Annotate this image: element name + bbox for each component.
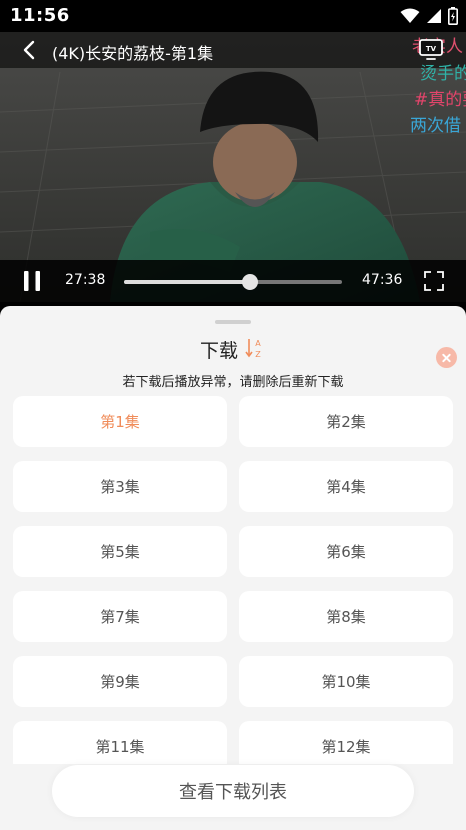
view-download-list-button[interactable]: 查看下载列表 [52, 765, 414, 817]
episode-button[interactable]: 第7集 [13, 591, 227, 642]
episode-button[interactable]: 第4集 [239, 461, 453, 512]
progress-thumb[interactable] [242, 274, 259, 290]
progress-bar[interactable] [124, 274, 342, 290]
danmaku-comment: #真的要 [414, 90, 466, 110]
episode-label: 第1集 [100, 413, 140, 431]
episode-label: 第6集 [326, 543, 366, 561]
sort-letter-z: Z [255, 350, 261, 359]
sort-letter-a: A [255, 339, 261, 348]
current-time: 27:38 [65, 272, 106, 288]
episode-label: 第2集 [326, 413, 366, 431]
sheet-drag-handle[interactable] [215, 320, 251, 324]
episode-label: 第7集 [100, 608, 140, 626]
fullscreen-icon[interactable] [424, 271, 444, 291]
episode-label: 第3集 [100, 478, 140, 496]
sort-az-icon[interactable]: A Z [245, 337, 263, 359]
danmaku-comment: 烫手的 [420, 64, 466, 84]
episode-label: 第8集 [326, 608, 366, 626]
episode-button[interactable]: 第10集 [239, 656, 453, 707]
download-sheet: 下载 A Z 若下载后播放异常，请删除后重新下载 第1集 第2集 第3集 第4集… [0, 306, 466, 830]
video-title: (4K)长安的荔枝-第1集 [52, 44, 214, 63]
battery-icon [448, 7, 458, 25]
wifi-icon [400, 8, 420, 23]
cell-signal-icon [427, 9, 441, 23]
episode-button[interactable]: 第11集 [13, 721, 227, 764]
episode-button[interactable]: 第2集 [239, 396, 453, 447]
episode-grid: 第1集 第2集 第3集 第4集 第5集 第6集 第7集 第8集 第9集 第10集… [13, 396, 453, 764]
sheet-title: 下载 [200, 340, 239, 362]
episode-label: 第12集 [321, 738, 371, 756]
episode-button[interactable]: 第3集 [13, 461, 227, 512]
progress-played [124, 280, 251, 284]
episode-label: 第5集 [100, 543, 140, 561]
episode-button[interactable]: 第12集 [239, 721, 453, 764]
episode-button[interactable]: 第5集 [13, 526, 227, 577]
status-time: 11:56 [10, 5, 70, 26]
episode-label: 第11集 [95, 738, 145, 756]
close-icon[interactable] [436, 347, 457, 368]
danmaku-comment: 两次借 [410, 116, 461, 136]
video-player[interactable]: (4K)长安的荔枝-第1集 老实人 烫手的 #真的要 两次借 TV 27:38 … [0, 32, 466, 302]
episode-label: 第4集 [326, 478, 366, 496]
pause-icon[interactable] [22, 270, 42, 292]
episode-button[interactable]: 第1集 [13, 396, 227, 447]
episode-label: 第9集 [100, 673, 140, 691]
video-title-bar: (4K)长安的荔枝-第1集 [0, 32, 466, 68]
episode-button[interactable]: 第9集 [13, 656, 227, 707]
episode-label: 第10集 [321, 673, 371, 691]
tv-cast-label: TV [426, 45, 437, 53]
back-icon[interactable] [18, 38, 42, 62]
view-download-list-label: 查看下载列表 [179, 782, 287, 803]
status-bar: 11:56 [0, 0, 466, 32]
episode-button[interactable]: 第6集 [239, 526, 453, 577]
tv-cast-icon[interactable]: TV [418, 38, 444, 62]
total-time: 47:36 [362, 272, 403, 288]
download-hint: 若下载后播放异常，请删除后重新下载 [122, 375, 344, 390]
status-icons [400, 6, 458, 26]
player-controls: 27:38 47:36 [0, 260, 466, 302]
episode-button[interactable]: 第8集 [239, 591, 453, 642]
